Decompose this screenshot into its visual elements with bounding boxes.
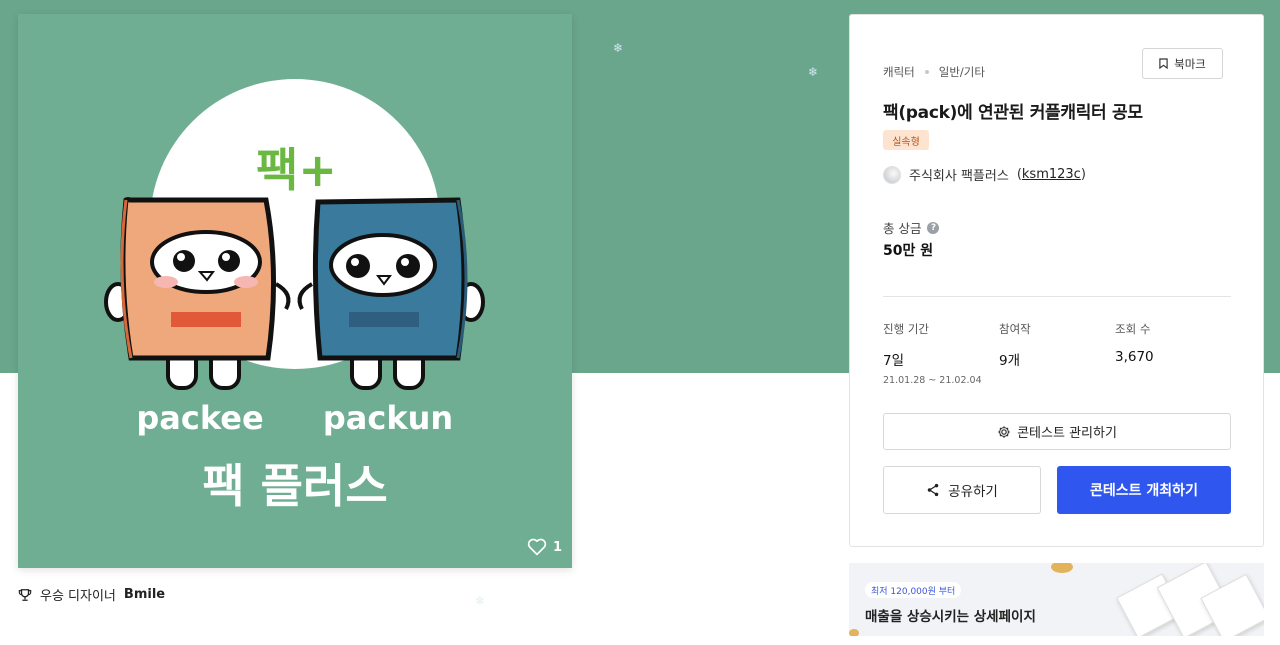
like-button[interactable]: 1 [527, 538, 562, 556]
host-id-wrap[interactable]: (ksm123c) [1017, 167, 1086, 182]
bookmark-icon [1159, 58, 1168, 69]
help-icon[interactable]: ? [927, 221, 940, 234]
coin-decoration [1051, 563, 1073, 573]
manage-label: 콘테스트 관리하기 [1017, 426, 1117, 441]
snowflake-icon: ❄ [613, 41, 624, 55]
prize-value: 50만 원 [883, 243, 934, 259]
stat-label: 조회 수 [1115, 322, 1151, 336]
contest-info-panel: 캐릭터 일반/기타 북마크 팩(pack)에 연관된 커플캐릭터 공모 실속형 … [849, 14, 1264, 547]
heart-icon [527, 538, 547, 556]
bookmark-label: 북마크 [1174, 56, 1206, 71]
stat-period: 진행 기간 7일 21.01.28 ~ 21.02.04 [883, 321, 982, 386]
manage-contest-button[interactable]: 콘테스트 관리하기 [883, 413, 1231, 450]
category-link[interactable]: 캐릭터 [883, 64, 915, 80]
winning-designer: 우승 디자이너 Bmile [18, 585, 165, 604]
page-title: 팩(pack)에 연관된 커플캐릭터 공모 [883, 103, 1143, 123]
stat-value: 9개 [999, 353, 1021, 369]
like-count: 1 [552, 539, 562, 555]
contest-artwork[interactable]: 팩+ packee packun 팩 플러스 1 [18, 14, 572, 568]
bookmark-button[interactable]: 북마크 [1142, 48, 1223, 79]
brand-logo: 팩+ [256, 143, 337, 197]
tier-badge: 실속형 [883, 130, 929, 150]
trophy-icon [18, 588, 32, 601]
gear-icon [998, 425, 1010, 438]
designer-prefix: 우승 디자이너 [40, 589, 116, 604]
snowflake-icon: ❄ [808, 65, 819, 79]
stat-views: 조회 수 3,670 [1115, 321, 1154, 365]
breadcrumb: 캐릭터 일반/기타 [883, 64, 985, 80]
separator-dot [924, 70, 929, 74]
packee-character [104, 197, 291, 390]
avatar [883, 165, 901, 184]
stat-label: 참여작 [999, 322, 1031, 336]
stat-entries: 참여작 9개 [999, 321, 1031, 369]
snowflake-icon: ❄ [475, 594, 486, 608]
prize-label: 총 상금 [883, 221, 922, 236]
artwork-illustration: 팩+ packee packun 팩 플러스 [104, 79, 485, 513]
stat-label: 진행 기간 [883, 322, 929, 336]
designer-name[interactable]: Bmile [124, 587, 165, 602]
share-label: 공유하기 [948, 484, 998, 500]
brand-name: 팩 플러스 [202, 459, 387, 513]
ad-banner[interactable]: 최저 120,000원 부터 매출을 상승시키는 상세페이지 [849, 563, 1264, 636]
share-icon [927, 483, 939, 497]
stat-date-range: 21.01.28 ~ 21.02.04 [883, 375, 982, 386]
coin-decoration [849, 629, 859, 636]
ad-price-tag: 최저 120,000원 부터 [865, 582, 962, 598]
prize-label-row: 총 상금 ? [883, 218, 940, 237]
subcategory-link[interactable]: 일반/기타 [939, 64, 985, 80]
share-button[interactable]: 공유하기 [883, 466, 1041, 514]
divider [883, 296, 1231, 297]
ad-headline: 매출을 상승시키는 상세페이지 [865, 609, 1036, 625]
stat-value: 3,670 [1115, 349, 1154, 365]
host-info: 주식회사 팩플러스 (ksm123c) [883, 165, 1086, 184]
host-id[interactable]: ksm123c [1022, 167, 1081, 182]
packun-character [297, 197, 485, 390]
packee-label: packee [136, 399, 263, 437]
packun-label: packun [323, 399, 453, 437]
host-name: 주식회사 팩플러스 [909, 169, 1009, 184]
host-contest-button[interactable]: 콘테스트 개최하기 [1057, 466, 1231, 514]
stat-value: 7일 [883, 353, 905, 369]
